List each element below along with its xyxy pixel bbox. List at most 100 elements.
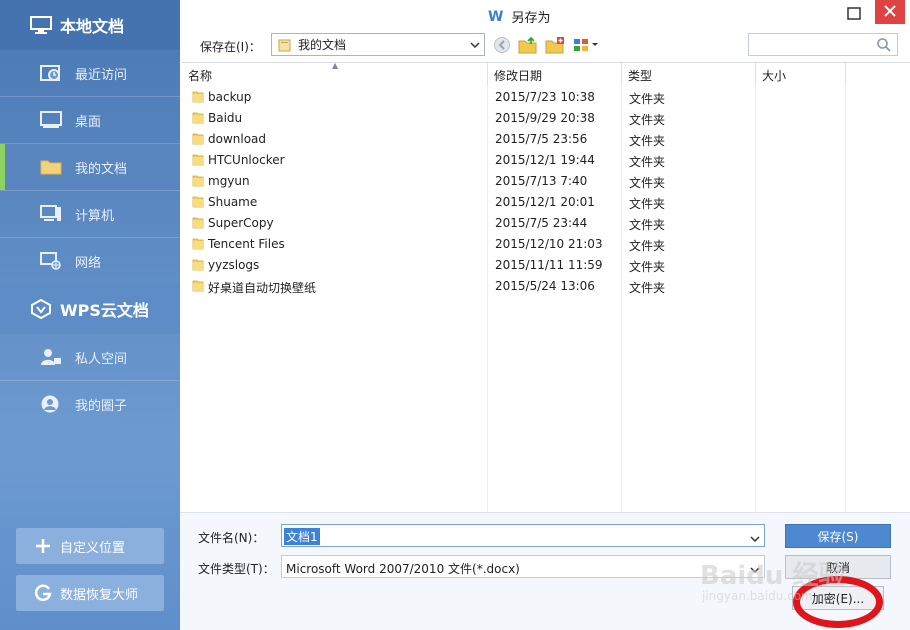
filetype-value: Microsoft Word 2007/2010 文件(*.docx) bbox=[286, 562, 520, 576]
back-button[interactable] bbox=[493, 36, 513, 54]
sidebar-item-label: 最近访问 bbox=[75, 67, 128, 83]
file-type: 文件夹 bbox=[629, 113, 666, 127]
user-circle-icon bbox=[40, 395, 62, 413]
save-in-label: 保存在(I)： bbox=[200, 40, 261, 54]
monitor-icon bbox=[40, 111, 62, 129]
sidebar-item-label: 计算机 bbox=[75, 208, 115, 224]
chevron-down-icon bbox=[470, 39, 480, 49]
custom-location-label: 自定义位置 bbox=[60, 540, 126, 556]
filename-label: 文件名(N)： bbox=[198, 531, 265, 545]
sidebar-item-my-circle[interactable]: 我的圈子 bbox=[0, 381, 180, 427]
table-row[interactable]: Baidu 2015/9/29 20:38 文件夹 bbox=[182, 107, 882, 128]
file-name: Tencent Files bbox=[208, 237, 285, 251]
dialog-title-text: 另存为 bbox=[511, 11, 551, 26]
save-as-dialog: W 另存为 保存在(I)： 我的文档 名称 ▲ 修改日期 类型 大小 backu… bbox=[180, 0, 910, 630]
column-header-type[interactable]: 类型 bbox=[622, 63, 756, 85]
current-folder: 我的文档 bbox=[298, 38, 347, 52]
file-name: yyzslogs bbox=[208, 258, 260, 272]
filetype-select[interactable]: Microsoft Word 2007/2010 文件(*.docx) bbox=[281, 555, 765, 578]
folder-icon bbox=[192, 216, 204, 229]
sidebar-item-private-space[interactable]: 私人空间 bbox=[0, 334, 180, 380]
view-menu-button[interactable] bbox=[573, 36, 601, 54]
file-name: HTCUnlocker bbox=[208, 153, 285, 167]
save-options-panel: 文件名(N)： 文档1 文件类型(T)： Microsoft Word 2007… bbox=[180, 512, 910, 630]
maximize-button[interactable] bbox=[844, 5, 864, 23]
file-type: 文件夹 bbox=[629, 197, 666, 211]
table-row[interactable]: yyzslogs 2015/11/11 11:59 文件夹 bbox=[182, 254, 882, 275]
sidebar-item-desktop[interactable]: 桌面 bbox=[0, 97, 180, 143]
file-modified: 2015/5/24 13:06 bbox=[495, 279, 595, 293]
table-row[interactable]: Shuame 2015/12/1 20:01 文件夹 bbox=[182, 191, 882, 212]
folder-icon bbox=[192, 111, 204, 124]
file-modified: 2015/12/1 20:01 bbox=[495, 195, 595, 209]
folder-icon bbox=[192, 195, 204, 208]
filetype-label: 文件类型(T)： bbox=[198, 562, 275, 576]
column-header-name[interactable]: 名称 ▲ bbox=[182, 61, 488, 85]
data-recovery-button[interactable]: 数据恢复大师 bbox=[16, 575, 164, 611]
dialog-title: W 另存为 bbox=[488, 7, 551, 27]
save-button[interactable]: 保存(S) bbox=[785, 524, 891, 548]
file-name: backup bbox=[208, 90, 252, 104]
file-type: 文件夹 bbox=[629, 239, 666, 253]
file-modified: 2015/7/5 23:44 bbox=[495, 216, 588, 230]
table-row[interactable]: 好桌道自动切换壁纸 2015/5/24 13:06 文件夹 bbox=[182, 275, 882, 296]
folder-icon bbox=[40, 158, 62, 176]
file-type: 文件夹 bbox=[629, 218, 666, 232]
file-modified: 2015/12/10 21:03 bbox=[495, 237, 603, 251]
wps-cloud-header[interactable]: WPS云文档 bbox=[0, 284, 180, 334]
local-docs-title: 本地文档 bbox=[60, 17, 125, 36]
location-toolbar: 保存在(I)： 我的文档 bbox=[180, 32, 910, 58]
filename-input[interactable]: 文档1 bbox=[281, 524, 765, 547]
local-docs-header[interactable]: 本地文档 bbox=[0, 0, 180, 50]
file-list[interactable]: 名称 ▲ 修改日期 类型 大小 backup 2015/7/23 10:38 文件夹… bbox=[182, 61, 910, 513]
file-name: download bbox=[208, 132, 267, 146]
wps-cloud-title: WPS云文档 bbox=[60, 301, 149, 320]
file-type: 文件夹 bbox=[629, 134, 666, 148]
close-icon bbox=[883, 2, 897, 23]
cloud-logo-icon bbox=[30, 298, 52, 320]
custom-location-button[interactable]: 自定义位置 bbox=[16, 528, 164, 564]
file-modified: 2015/11/11 11:59 bbox=[495, 258, 603, 272]
table-row[interactable]: mgyun 2015/7/13 7:40 文件夹 bbox=[182, 170, 882, 191]
sidebar-item-recent[interactable]: 最近访问 bbox=[0, 50, 180, 96]
table-row[interactable]: HTCUnlocker 2015/12/1 19:44 文件夹 bbox=[182, 149, 882, 170]
file-type: 文件夹 bbox=[629, 176, 666, 190]
sidebar-item-label: 网络 bbox=[75, 255, 102, 271]
documents-folder-icon bbox=[278, 39, 292, 52]
save-in-dropdown[interactable]: 我的文档 bbox=[271, 33, 485, 56]
sidebar-item-computer[interactable]: 计算机 bbox=[0, 191, 180, 237]
file-type: 文件夹 bbox=[629, 155, 666, 169]
computer-icon bbox=[40, 205, 62, 223]
table-row[interactable]: SuperCopy 2015/7/5 23:44 文件夹 bbox=[182, 212, 882, 233]
column-header-modified[interactable]: 修改日期 bbox=[488, 63, 622, 85]
up-folder-button[interactable] bbox=[518, 36, 538, 54]
data-recovery-label: 数据恢复大师 bbox=[60, 587, 139, 603]
file-type: 文件夹 bbox=[629, 281, 666, 295]
sidebar-item-network[interactable]: 网络 bbox=[0, 238, 180, 284]
close-button[interactable] bbox=[875, 0, 905, 24]
column-header-size[interactable]: 大小 bbox=[756, 63, 846, 85]
new-folder-button[interactable] bbox=[545, 36, 565, 54]
title-bar[interactable]: W 另存为 bbox=[180, 0, 910, 30]
sidebar-item-label: 我的文档 bbox=[75, 161, 128, 177]
table-row[interactable]: Tencent Files 2015/12/10 21:03 文件夹 bbox=[182, 233, 882, 254]
sidebar-item-label: 桌面 bbox=[75, 114, 102, 130]
file-name: 好桌道自动切换壁纸 bbox=[208, 281, 317, 295]
folder-icon bbox=[192, 237, 204, 250]
table-row[interactable]: backup 2015/7/23 10:38 文件夹 bbox=[182, 86, 882, 107]
folder-icon bbox=[192, 279, 204, 292]
search-input[interactable] bbox=[748, 33, 898, 56]
column-header-label: 修改日期 bbox=[494, 69, 543, 83]
file-modified: 2015/7/13 7:40 bbox=[495, 174, 588, 188]
sidebar-item-label: 私人空间 bbox=[75, 351, 128, 367]
file-name: SuperCopy bbox=[208, 216, 274, 230]
recovery-icon bbox=[34, 584, 52, 602]
column-header-label: 类型 bbox=[628, 69, 653, 83]
folder-icon bbox=[192, 153, 204, 166]
monitor-icon bbox=[30, 16, 52, 34]
folder-icon bbox=[192, 132, 204, 145]
folder-icon bbox=[192, 90, 204, 103]
filename-value: 文档1 bbox=[284, 528, 320, 545]
sidebar-item-my-documents[interactable]: 我的文档 bbox=[0, 144, 180, 190]
table-row[interactable]: download 2015/7/5 23:56 文件夹 bbox=[182, 128, 882, 149]
